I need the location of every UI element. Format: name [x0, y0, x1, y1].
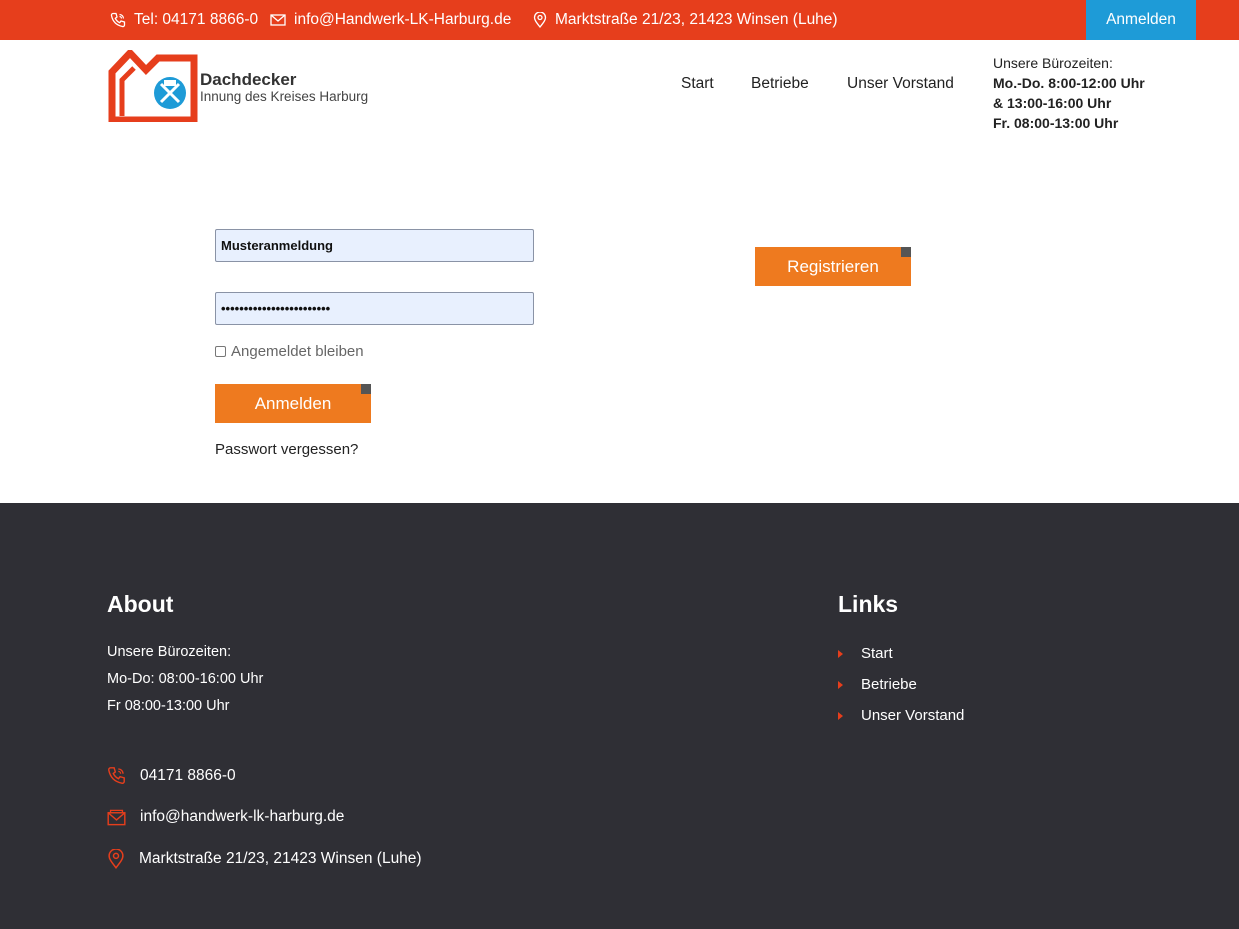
office-hours-line: & 13:00-16:00 Uhr: [993, 95, 1112, 111]
remember-me-label: Angemeldet bleiben: [231, 343, 364, 360]
nav-start[interactable]: Start: [681, 75, 714, 93]
topbar-email[interactable]: info@Handwerk-LK-Harburg.de: [270, 0, 511, 40]
phone-icon: [110, 12, 126, 28]
topbar-email-label: info@Handwerk-LK-Harburg.de: [294, 11, 512, 28]
forgot-password-link[interactable]: Passwort vergessen?: [215, 441, 358, 458]
username-input[interactable]: [215, 229, 534, 262]
remember-me[interactable]: Angemeldet bleiben: [215, 343, 364, 360]
footer-about-line: Unsere Bürozeiten:: [107, 644, 232, 660]
bullet-triangle-icon: [838, 680, 843, 689]
footer-address-label: Marktstraße 21/23, 21423 Winsen (Luhe): [139, 850, 422, 867]
remember-me-checkbox[interactable]: [215, 346, 226, 357]
footer-email[interactable]: info@handwerk-lk-harburg.de: [107, 808, 344, 826]
button-corner-decoration: [901, 247, 911, 257]
footer-about-title: About: [107, 591, 174, 617]
office-hours-line: Mo.-Do. 8:00-12:00 Uhr: [993, 75, 1145, 91]
top-bar: Tel: 04171 8866-0 info@Handwerk-LK-Harbu…: [0, 0, 1239, 40]
mail-icon: [270, 14, 286, 26]
footer-about-line: Mo-Do: 08:00-16:00 Uhr: [107, 671, 264, 687]
topbar-address-label: Marktstraße 21/23, 21423 Winsen (Luhe): [555, 11, 838, 28]
topbar-login-button[interactable]: Anmelden: [1086, 0, 1196, 40]
footer: About Unsere Bürozeiten: Mo-Do: 08:00-16…: [0, 503, 1239, 929]
map-pin-icon: [108, 849, 124, 869]
logo-subtitle: Innung des Kreises Harburg: [200, 89, 369, 104]
footer-phone-label: 04171 8866-0: [140, 766, 236, 784]
footer-link-label: Unser Vorstand: [861, 707, 965, 724]
button-corner-decoration: [361, 384, 371, 394]
map-pin-icon: [533, 12, 547, 28]
footer-link-unser-vorstand[interactable]: Unser Vorstand: [838, 707, 964, 724]
nav-unser-vorstand[interactable]: Unser Vorstand: [847, 75, 954, 93]
footer-link-betriebe[interactable]: Betriebe: [838, 676, 917, 693]
login-button-label: Anmelden: [254, 393, 332, 413]
nav-betriebe[interactable]: Betriebe: [751, 75, 809, 93]
bullet-triangle-icon: [838, 711, 843, 720]
footer-address: Marktstraße 21/23, 21423 Winsen (Luhe): [107, 849, 422, 869]
office-hours-title: Unsere Bürozeiten:: [993, 55, 1113, 71]
topbar-phone[interactable]: Tel: 04171 8866-0: [110, 0, 258, 40]
password-input[interactable]: [215, 292, 534, 325]
office-hours: Unsere Bürozeiten: Mo.-Do. 8:00-12:00 Uh…: [993, 53, 1145, 133]
footer-phone[interactable]: 04171 8866-0: [107, 766, 236, 785]
topbar-phone-label: Tel: 04171 8866-0: [134, 11, 259, 28]
footer-about-line: Fr 08:00-13:00 Uhr: [107, 698, 230, 714]
footer-link-start[interactable]: Start: [838, 645, 893, 662]
footer-link-label: Start: [861, 645, 893, 662]
logo[interactable]: Dachdecker Innung des Kreises Harburg: [108, 50, 378, 122]
footer-links-title: Links: [838, 591, 899, 617]
footer-email-label: info@handwerk-lk-harburg.de: [140, 808, 345, 825]
office-hours-line: Fr. 08:00-13:00 Uhr: [993, 115, 1119, 131]
topbar-address: Marktstraße 21/23, 21423 Winsen (Luhe): [533, 0, 838, 40]
login-button[interactable]: Anmelden: [215, 384, 371, 423]
register-button[interactable]: Registrieren: [755, 247, 911, 286]
footer-link-label: Betriebe: [861, 676, 917, 693]
logo-brand: Dachdecker: [200, 70, 297, 89]
register-button-label: Registrieren: [787, 256, 879, 276]
roof-logo-icon: [108, 50, 198, 122]
bullet-triangle-icon: [838, 649, 843, 658]
mail-icon: [107, 809, 126, 825]
phone-icon: [107, 767, 125, 785]
